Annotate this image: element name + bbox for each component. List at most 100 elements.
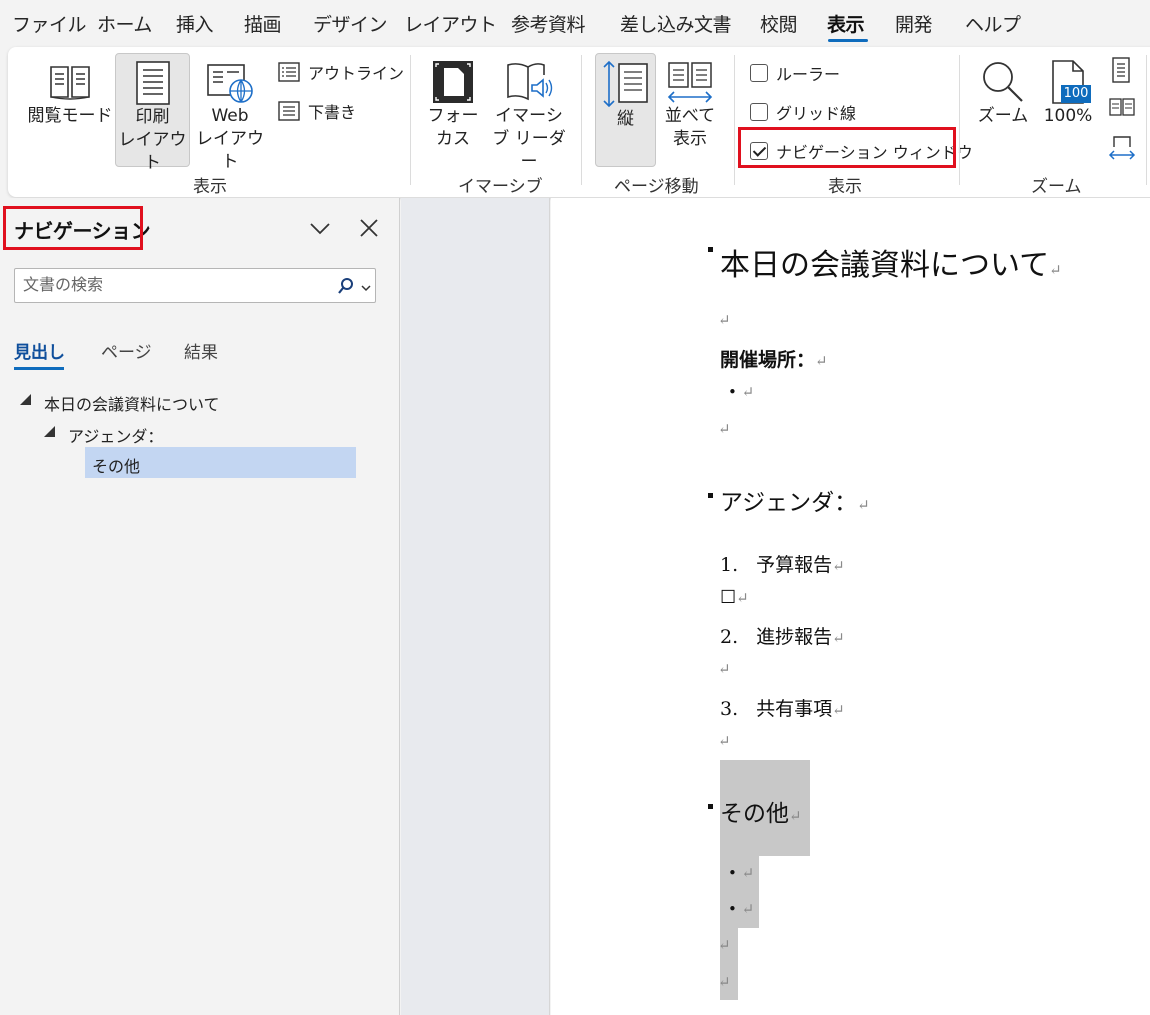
views-group-label: 表示 (193, 177, 227, 197)
page-move-group-label: ページ移動 (614, 177, 699, 197)
print-layout-label-1: 印刷 (135, 107, 170, 127)
ribbon: 閲覧モード 印刷 レイアウト Web レイアウト アウトライン 下書き 表示 フ… (8, 47, 1150, 197)
chevron-down-icon (310, 223, 330, 235)
focus-label-2: カス (436, 129, 470, 149)
ruler-label: ルーラー (776, 65, 841, 84)
immersive-reader-label-1: イマーシ (495, 106, 563, 126)
one-page-button[interactable] (1110, 57, 1132, 87)
divider (734, 55, 735, 185)
menu-review[interactable]: 校閲 (760, 10, 798, 37)
gridlines-label: グリッド線 (776, 104, 857, 123)
menu-layout[interactable]: レイアウト (404, 10, 497, 37)
tab-pages[interactable]: ページ (101, 338, 152, 363)
menu-view[interactable]: 表示 (827, 10, 865, 37)
collapse-triangle-icon[interactable] (20, 394, 31, 405)
divider (581, 55, 582, 185)
menu-help[interactable]: ヘルプ (965, 10, 1021, 37)
heading-1-text: 本日の会議資料について (720, 248, 1050, 283)
read-mode-button[interactable]: 閲覧モード (22, 59, 118, 128)
bullet-item: • ↵ (728, 864, 754, 882)
book-icon (50, 66, 90, 100)
search-input[interactable] (23, 275, 323, 294)
show-group-label: 表示 (828, 177, 862, 197)
zoom-100-button[interactable]: 100 100% (1040, 59, 1096, 128)
draft-label: 下書き (308, 103, 357, 122)
list-item: 2. 進捗報告↵ (720, 622, 845, 649)
tab-headings[interactable]: 見出し (14, 338, 65, 363)
menu-references[interactable]: 参考資料 (511, 10, 586, 37)
side-by-side-icon (667, 62, 713, 103)
multiple-pages-button[interactable] (1109, 97, 1135, 123)
list-item: 3. 共有事項↵ (720, 694, 845, 721)
gridlines-checkbox-box[interactable] (750, 103, 768, 121)
active-tab-indicator (828, 39, 868, 42)
tab-results[interactable]: 結果 (184, 338, 218, 363)
outline-button[interactable]: アウトライン (278, 60, 404, 84)
search-icon[interactable] (338, 277, 354, 299)
agenda-heading-text: アジェンダ： (720, 490, 858, 516)
return-mark: ↵ (718, 420, 731, 438)
highlight-box (3, 206, 143, 250)
return-mark: ↵ (718, 973, 731, 991)
one-page-icon (1112, 57, 1130, 83)
return-mark: ↵ (832, 629, 845, 647)
draft-button[interactable]: 下書き (278, 99, 356, 123)
menu-draw[interactable]: 描画 (244, 10, 282, 37)
web-page-icon (207, 64, 253, 103)
draft-icon (278, 101, 300, 121)
list-text: 予算報告 (756, 554, 833, 576)
print-layout-button[interactable]: 印刷 レイアウト (115, 53, 190, 173)
list-item: 1. 予算報告↵ (720, 550, 845, 577)
menu-design[interactable]: デザイン (313, 10, 388, 37)
bullet-char: • (728, 900, 737, 918)
return-mark: ↵ (718, 732, 731, 750)
return-mark: ↵ (741, 864, 755, 882)
return-mark: ↵ (1049, 261, 1062, 279)
other-heading: その他↵ (720, 794, 802, 828)
menu-mailings[interactable]: 差し込み文書 (620, 10, 732, 37)
box-line: ☐↵ (720, 587, 749, 608)
collapse-triangle-icon[interactable] (44, 426, 55, 437)
menu-insert[interactable]: 挿入 (176, 10, 214, 37)
menu-file[interactable]: ファイル (12, 10, 87, 37)
ruler-checkbox[interactable]: ルーラー (750, 61, 840, 85)
divider (959, 55, 960, 185)
menu-home[interactable]: ホーム (97, 10, 152, 37)
immersive-group-label: イマーシブ (458, 177, 543, 197)
immersive-reader-button[interactable]: イマーシ ブ リーダー (486, 59, 572, 174)
document-page[interactable]: 本日の会議資料について↵ ↵ 開催場所：↵ • ↵ ↵ アジェンダ：↵ 1. 予算… (551, 198, 1150, 1015)
page-width-button[interactable] (1108, 135, 1136, 165)
zoom-button[interactable]: ズーム (974, 59, 1032, 128)
venue-label-text: 開催場所： (720, 349, 816, 371)
tree-item-agenda[interactable]: アジェンダ： (68, 423, 163, 447)
return-mark: ↵ (832, 701, 845, 719)
menu-bar: ファイル ホーム 挿入 描画 デザイン レイアウト 参考資料 差し込み文書 校閲… (0, 0, 1150, 48)
pane-options-button[interactable] (309, 218, 331, 242)
paragraph-mark (708, 804, 713, 809)
document-search-box (14, 268, 376, 303)
venue-label: 開催場所：↵ (720, 345, 828, 372)
vertical-scroll-icon (602, 60, 648, 108)
zoom-group-label: ズーム (1031, 177, 1082, 197)
web-layout-button[interactable]: Web レイアウト (194, 59, 266, 174)
side-by-side-label-2: 表示 (673, 129, 707, 149)
menu-developer[interactable]: 開発 (895, 10, 933, 37)
tree-item-heading-1[interactable]: 本日の会議資料について (44, 391, 220, 415)
return-mark: ↵ (718, 660, 731, 678)
search-options-chevron-icon[interactable] (360, 279, 372, 298)
vertical-button[interactable]: 縦 (595, 53, 656, 167)
zoom-100-icon: 100 (1045, 59, 1091, 105)
side-by-side-label-1: 並べて (664, 106, 716, 126)
outline-label: アウトライン (308, 64, 405, 83)
web-layout-label-2: レイアウト (196, 129, 264, 172)
side-by-side-button[interactable]: 並べて 表示 (662, 59, 718, 151)
outline-icon (278, 62, 300, 82)
tree-item-other[interactable]: その他 (92, 453, 140, 477)
page-width-icon (1108, 136, 1136, 160)
gridlines-checkbox[interactable]: グリッド線 (750, 100, 856, 124)
zoom-percent-label: 100% (1043, 106, 1093, 126)
ruler-checkbox-box[interactable] (750, 64, 768, 82)
focus-button[interactable]: フォー カス (424, 59, 482, 151)
close-pane-button[interactable] (359, 218, 379, 242)
return-mark: ↵ (832, 557, 845, 575)
